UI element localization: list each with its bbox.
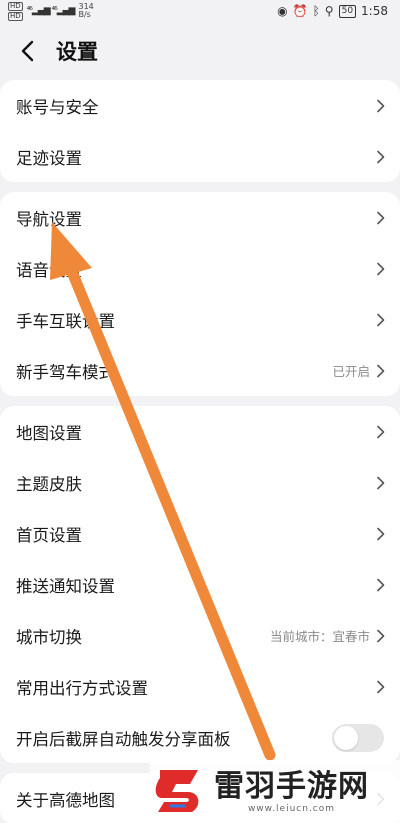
chevron-right-icon bbox=[376, 425, 386, 439]
sim1-hd-badge: HD bbox=[8, 1, 23, 11]
chevron-right-icon bbox=[376, 99, 386, 113]
settings-row[interactable]: 导航设置 bbox=[0, 192, 400, 243]
chevron-right-icon bbox=[376, 262, 386, 276]
settings-group: 导航设置语音设置手车互联设置 新手驾车模式 已开启 bbox=[0, 192, 400, 396]
settings-row[interactable]: 推送通知设置 bbox=[0, 559, 400, 610]
settings-row-value: 当前城市：宜春市 bbox=[269, 629, 370, 644]
location-icon: ⚲ bbox=[324, 4, 334, 18]
settings-row-label: 城市切换 bbox=[16, 627, 82, 647]
settings-row-label: 手车互联设置 bbox=[16, 311, 115, 331]
sim2-hd-badge: HD bbox=[8, 11, 23, 21]
settings-row[interactable]: 语音设置 bbox=[0, 243, 400, 294]
settings-row[interactable]: 足迹设置 bbox=[0, 131, 400, 182]
settings-row-label: 足迹设置 bbox=[16, 148, 82, 168]
watermark-logo-icon bbox=[155, 769, 199, 812]
status-right: ◉ ⏰ ᛒ ⚲ 50 1:58 bbox=[277, 4, 388, 18]
watermark: 雷羽手游网 www.leiucn.com bbox=[150, 760, 400, 823]
chevron-right-icon bbox=[376, 211, 386, 225]
network-speed-unit: B/s bbox=[78, 10, 91, 19]
settings-row-label: 主题皮肤 bbox=[16, 474, 82, 494]
settings-row-label: 开启后截屏自动触发分享面板 bbox=[16, 729, 231, 749]
settings-row[interactable]: 首页设置 bbox=[0, 508, 400, 559]
chevron-right-icon bbox=[376, 313, 386, 327]
page-title: 设置 bbox=[56, 40, 98, 64]
settings-row-label: 新手驾车模式 bbox=[16, 362, 115, 382]
status-left: HD HD ⁴⁶▂▄▆ ⁴⁶▂▄▆ 314 B/s bbox=[8, 1, 94, 21]
settings-row-label: 常用出行方式设置 bbox=[16, 678, 148, 698]
battery-icon: 50 bbox=[338, 4, 357, 18]
settings-row[interactable]: 城市切换 当前城市：宜春市 bbox=[0, 610, 400, 661]
settings-row-value: 已开启 bbox=[332, 364, 370, 379]
bluetooth-icon: ᛒ bbox=[312, 4, 320, 18]
watermark-url: www.leiucn.com bbox=[247, 803, 336, 814]
settings-row[interactable]: 开启后截屏自动触发分享面板 bbox=[0, 712, 400, 763]
settings-row[interactable]: 账号与安全 bbox=[0, 80, 400, 131]
signal-icon: ⁴⁶▂▄▆ ⁴⁶▂▄▆ bbox=[26, 6, 76, 16]
settings-row[interactable]: 手车互联设置 bbox=[0, 294, 400, 345]
clock-time: 1:58 bbox=[361, 4, 388, 18]
settings-group: 地图设置主题皮肤首页设置推送通知设置 城市切换 当前城市：宜春市常用出行方式设置开启… bbox=[0, 406, 400, 763]
toggle-knob bbox=[334, 725, 358, 750]
chevron-right-icon bbox=[376, 578, 386, 592]
settings-row-label: 地图设置 bbox=[16, 423, 82, 443]
settings-group: 账号与安全 足迹设置 bbox=[0, 80, 400, 182]
settings-row-label: 语音设置 bbox=[16, 260, 82, 280]
screenshot-share-toggle[interactable] bbox=[332, 723, 384, 752]
chevron-right-icon bbox=[376, 527, 386, 541]
settings-row-label: 导航设置 bbox=[16, 209, 82, 229]
chevron-right-icon bbox=[376, 476, 386, 490]
watermark-title: 雷羽手游网 bbox=[214, 768, 369, 804]
settings-row[interactable]: 常用出行方式设置 bbox=[0, 661, 400, 712]
alarm-icon: ⏰ bbox=[292, 4, 308, 18]
settings-row-label: 推送通知设置 bbox=[16, 576, 115, 596]
settings-row-label: 首页设置 bbox=[16, 525, 82, 545]
sim-indicators: HD HD bbox=[8, 1, 23, 21]
settings-row-label: 账号与安全 bbox=[16, 97, 99, 117]
chevron-right-icon bbox=[376, 629, 386, 643]
chevron-right-icon bbox=[376, 150, 386, 164]
settings-row[interactable]: 主题皮肤 bbox=[0, 457, 400, 508]
header: 设置 bbox=[0, 22, 400, 80]
back-arrow-icon[interactable] bbox=[16, 40, 38, 62]
settings-row[interactable]: 地图设置 bbox=[0, 406, 400, 457]
settings-row[interactable]: 新手驾车模式 已开启 bbox=[0, 345, 400, 396]
network-speed: 314 B/s bbox=[78, 3, 93, 19]
chevron-right-icon bbox=[376, 680, 386, 694]
chevron-right-icon bbox=[376, 364, 386, 378]
settings-list: 账号与安全足迹设置导航设置语音设置手车互联设置 新手驾车模式 已开启地图设置主题皮肤… bbox=[0, 80, 400, 823]
status-bar: HD HD ⁴⁶▂▄▆ ⁴⁶▂▄▆ 314 B/s ◉ ⏰ ᛒ ⚲ 50 1:5… bbox=[0, 0, 400, 22]
eye-icon: ◉ bbox=[277, 4, 288, 18]
